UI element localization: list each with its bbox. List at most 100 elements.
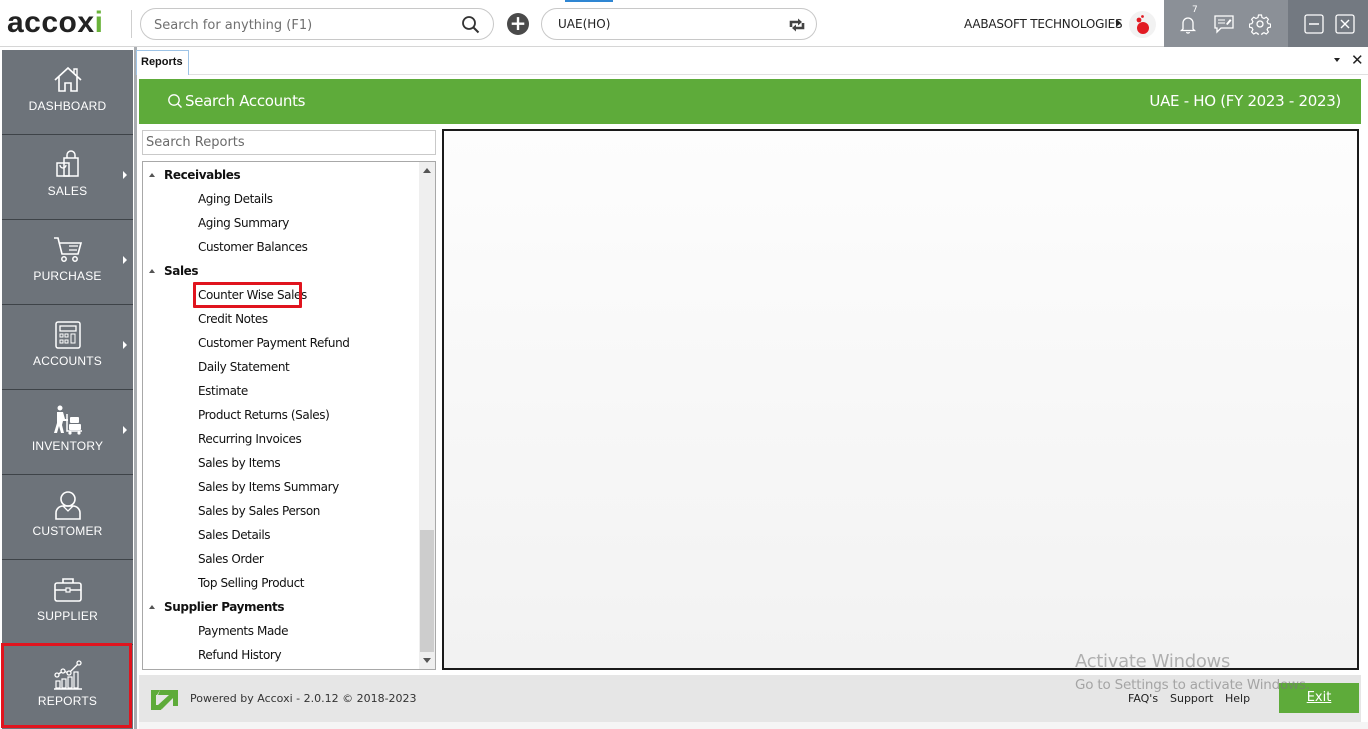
report-item-aging-summary[interactable]: Aging Summary — [143, 213, 418, 237]
branch-value: UAE(HO) — [558, 17, 611, 31]
minimize-icon[interactable] — [1303, 13, 1325, 35]
reports-tree: Refund History Payments Made Supplier Paym… — [142, 161, 436, 670]
collapse-caret-icon[interactable] — [149, 173, 155, 177]
accoxi-logo: accoxi — [7, 6, 104, 39]
worker-trolley-icon — [52, 404, 84, 436]
report-item-refund-history[interactable]: Refund History — [143, 645, 418, 669]
sidebar-item-label: PURCHASE — [33, 269, 102, 283]
sidebar-item-inventory[interactable]: INVENTORY — [2, 390, 133, 474]
tree-scrollbar[interactable] — [419, 162, 435, 669]
sidebar-item-label: ACCOUNTS — [33, 354, 102, 368]
caret-right-icon — [123, 341, 127, 349]
tab-reports[interactable]: Reports — [136, 50, 189, 75]
sidebar-item-label: SALES — [47, 184, 88, 198]
accoxi-arrow-logo-icon — [148, 686, 180, 710]
scroll-down-arrow-icon[interactable] — [423, 658, 431, 663]
search-icon — [168, 94, 182, 108]
report-item-daily-statement[interactable]: Daily Statement — [143, 357, 418, 381]
report-item-estimate[interactable]: Estimate — [143, 381, 418, 405]
sidebar-item-accounts[interactable]: ACCOUNTS — [2, 305, 133, 389]
financial-year-label: UAE - HO (FY 2023 - 2023) — [1149, 92, 1341, 110]
company-avatar[interactable] — [1129, 11, 1156, 38]
sidebar-item-reports[interactable]: REPORTS — [2, 645, 133, 729]
report-item-sales-details[interactable]: Sales Details — [143, 525, 418, 549]
report-item-sales-by-items-summary[interactable]: Sales by Items Summary — [143, 477, 418, 501]
sidebar-item-customer[interactable]: CUSTOMER — [2, 475, 133, 559]
report-item-product-returns-sales[interactable]: Product Returns (Sales) — [143, 405, 418, 429]
sidebar-item-label: SUPPLIER — [37, 609, 98, 623]
tree-label: Customer Payment Refund — [198, 336, 350, 350]
report-item-counter-wise-sales[interactable]: Counter Wise Sales — [143, 285, 418, 309]
report-item-top-selling-product[interactable]: Top Selling Product — [143, 573, 418, 597]
window-actions — [1288, 0, 1368, 47]
sidebar-item-dashboard[interactable]: DASHBOARD — [2, 50, 133, 134]
caret-right-icon — [123, 426, 127, 434]
tree-label: Sales Order — [198, 552, 264, 566]
sidebar: DASHBOARD SALES PURCHASE ACCOUNTS INVENT… — [0, 47, 134, 729]
tree-label: Credit Notes — [198, 312, 268, 326]
bottom-strip — [139, 722, 1368, 729]
caret-down-icon[interactable] — [1334, 58, 1340, 62]
report-item-customer-payment-refund[interactable]: Customer Payment Refund — [143, 333, 418, 357]
close-tab-icon[interactable]: ✕ — [1351, 51, 1364, 69]
report-item-payments-made[interactable]: Payments Made — [143, 621, 418, 645]
branch-selector[interactable]: UAE(HO) — [541, 8, 817, 40]
report-item-credit-notes[interactable]: Credit Notes — [143, 309, 418, 333]
report-item-sales-order[interactable]: Sales Order — [143, 549, 418, 573]
report-item-sales-by-items[interactable]: Sales by Items — [143, 453, 418, 477]
scroll-thumb[interactable] — [420, 530, 434, 652]
sidebar-item-label: CUSTOMER — [32, 524, 103, 538]
tree-label: Customer Balances — [198, 240, 308, 254]
tree-group-sales[interactable]: Sales — [143, 261, 418, 285]
plus-circle-icon[interactable]: + — [507, 13, 529, 35]
exit-label: Exit — [1306, 690, 1332, 705]
company-name[interactable]: AABASOFT TECHNOLOGIES — [964, 17, 1123, 31]
bell-icon[interactable] — [1177, 13, 1199, 35]
tree-label: Estimate — [198, 384, 248, 398]
tree-label: Payments Made — [198, 624, 289, 638]
activate-windows-subtitle: Go to Settings to activate Windows. — [1075, 677, 1310, 693]
sidebar-item-sales[interactable]: SALES — [2, 135, 133, 219]
search-reports-input[interactable] — [143, 131, 435, 154]
report-item-customer-balances[interactable]: Customer Balances — [143, 237, 418, 261]
report-item-recurring-invoices[interactable]: Recurring Invoices — [143, 429, 418, 453]
tree-label: Supplier Payments — [164, 600, 285, 614]
report-item-aging-details[interactable]: Aging Details — [143, 189, 418, 213]
active-indicator — [565, 0, 613, 2]
briefcase-icon — [52, 574, 84, 606]
sidebar-item-supplier[interactable]: SUPPLIER — [2, 560, 133, 644]
support-link[interactable]: Support — [1170, 692, 1213, 705]
sidebar-item-purchase[interactable]: PURCHASE — [2, 220, 133, 304]
search-icon[interactable] — [461, 15, 481, 35]
reports-header: Search Accounts UAE - HO (FY 2023 - 2023… — [139, 79, 1361, 124]
collapse-caret-icon[interactable] — [149, 269, 155, 273]
faq-link[interactable]: FAQ's — [1128, 692, 1158, 705]
activate-windows-title: Activate Windows — [1075, 651, 1231, 672]
collapse-caret-icon[interactable] — [149, 605, 155, 609]
tree-group-supplier-payments[interactable]: Supplier Payments — [143, 597, 418, 621]
caret-right-icon — [123, 171, 127, 179]
calculator-icon — [52, 319, 84, 351]
tree-group-receivables[interactable]: Receivables — [143, 165, 418, 189]
help-link[interactable]: Help — [1225, 692, 1250, 705]
caret-right-icon — [123, 256, 127, 264]
tree-label: Counter Wise Sales — [198, 288, 307, 302]
report-preview-area — [442, 129, 1359, 670]
top-bar: accoxi + UAE(HO) AABASOFT TECHNOLOGIES 7 — [0, 0, 1368, 47]
close-icon[interactable] — [1334, 13, 1356, 35]
search-reports-box[interactable] — [142, 130, 436, 155]
search-accounts-button[interactable]: Search Accounts — [167, 92, 305, 110]
chat-edit-icon[interactable] — [1213, 13, 1235, 35]
report-item-sales-by-sales-person[interactable]: Sales by Sales Person — [143, 501, 418, 525]
global-search-box[interactable] — [140, 8, 494, 40]
caret-right-icon[interactable] — [1116, 19, 1121, 27]
scroll-up-arrow-icon[interactable] — [423, 168, 431, 173]
tree-label: Sales Details — [198, 528, 271, 542]
gear-icon[interactable] — [1248, 13, 1272, 37]
refresh-icon[interactable] — [786, 14, 808, 36]
tree-label: Aging Summary — [198, 216, 289, 230]
sidebar-item-label: DASHBOARD — [28, 99, 107, 113]
shopping-bags-icon — [52, 149, 84, 181]
search-accounts-label: Search Accounts — [185, 92, 306, 110]
global-search-input[interactable] — [154, 15, 454, 35]
